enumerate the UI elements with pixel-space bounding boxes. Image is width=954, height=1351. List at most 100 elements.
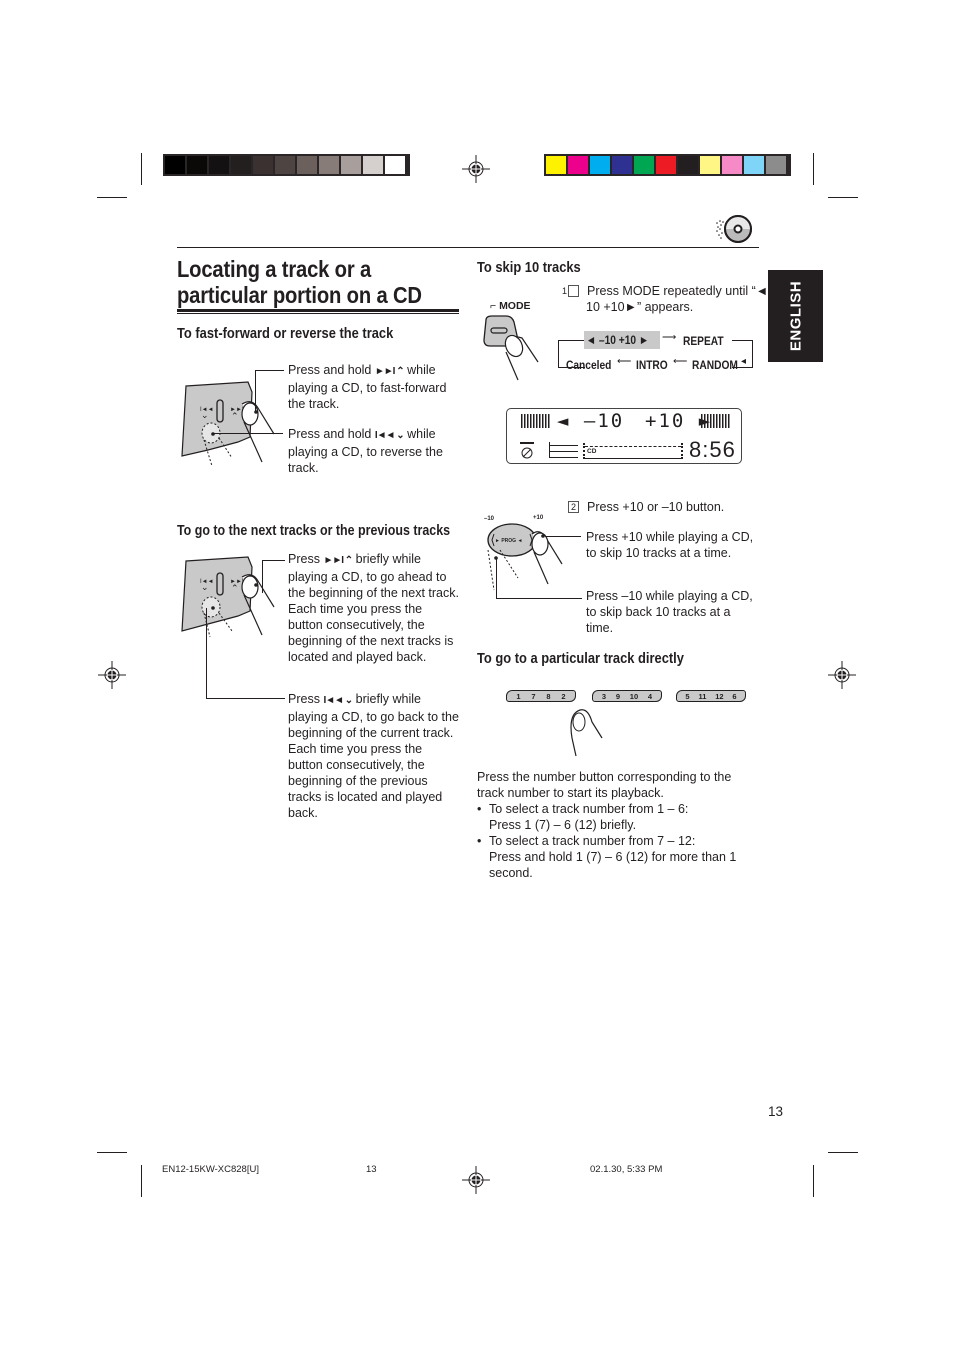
callout-pre: Press and hold [288,427,372,441]
section-heading-direct-track: To go to a particular track directly [477,650,684,667]
title-underline-thin [177,313,459,314]
next-track-callout: Press ►►I ⌃ briefly while playing a CD, … [288,551,460,665]
color-swatch [341,156,361,174]
color-swatch [568,156,588,174]
gray-calibration-bar [163,154,410,176]
button-number: 9 [615,692,621,701]
crop-mark [141,153,142,185]
registration-mark-icon [828,661,856,689]
button-number: 6 [732,692,737,701]
step-2-text: Press +10 or –10 button. [587,500,725,514]
svg-text:⌄: ⌄ [201,582,209,592]
color-swatch [253,156,273,174]
mode-pointer-icon: ⌐ [490,300,500,312]
language-tab: ENGLISH [768,270,823,362]
color-swatch [744,156,764,174]
leader-line [496,558,582,599]
svg-text:⌄: ⌄ [201,410,209,420]
flow-item-skip10: ◄ –10 +10 ► [586,333,650,347]
color-swatch [165,156,185,174]
leader-line [255,370,284,411]
button-number: 12 [715,692,724,701]
button-number: 1 [516,692,521,701]
direct-track-intro: Press the number button corresponding to… [477,770,732,800]
crop-mark [828,1152,858,1153]
color-swatch [612,156,632,174]
previous-track-icon: I◄◄ ⌄ [323,695,353,706]
language-tab-label: ENGLISH [787,280,804,352]
color-swatch [209,156,229,174]
flow-arrow-icon: ⟵ [673,356,688,367]
level-meter-left [521,414,551,428]
page-number: 13 [768,1104,784,1119]
button-number: 11 [698,692,707,701]
crop-mark [97,197,127,198]
color-swatch [634,156,654,174]
lcd-skip-minus: ◄ –10 [557,410,625,432]
flow-arrow-icon: ⟶ [662,332,677,343]
lcd-display: ◄ –10 +10 ► CD 8:56 [506,408,742,464]
reverse-callout: Press and hold I◄◄ ⌄ while playing a CD,… [288,426,460,476]
color-swatch [363,156,383,174]
next-track-icon: ►►I ⌃ [374,366,405,377]
callout-pre: Press [288,552,320,566]
crop-mark [813,153,814,185]
number-button-group: 5 11 12 6 [676,690,746,702]
crop-mark [813,1165,814,1197]
color-swatch [275,156,295,174]
flow-arrow-icon: ◂ [741,356,747,367]
button-number: 2 [561,692,566,701]
lcd-track-bar: CD [583,443,683,459]
button-number: 10 [629,692,639,701]
title-underline-thick [177,309,459,312]
button-number: 7 [531,692,536,701]
button-number: 4 [647,692,653,701]
previous-track-icon: I◄◄ ⌄ [374,430,405,441]
callout-pre: Press and hold [288,363,372,377]
callout-post: briefly while playing a CD, to go back t… [288,692,459,820]
step-2: 2 Press +10 or –10 button. [568,499,758,515]
color-swatch [656,156,676,174]
mode-label-text: MODE [499,300,531,312]
mode-button-illustration [483,315,539,381]
color-swatch [231,156,251,174]
svg-text:⌃: ⌃ [231,411,239,421]
color-swatch [700,156,720,174]
number-button-group: 3 9 10 4 [592,690,662,702]
flow-item-repeat: REPEAT [683,334,724,348]
leader-line [206,608,285,699]
footer-page: 13 [366,1164,377,1175]
step-1: 1 Press MODE repeatedly until “◄–10 +10►”… [562,283,776,315]
page-title: Locating a track or a particular portion… [177,256,422,308]
callout-post: briefly while playing a CD, to go ahead … [288,552,459,664]
lcd-bars [549,442,578,458]
bullet-item: • To select a track number from 1 – 6: P… [477,801,757,833]
leader-line [213,433,283,435]
bullet-line: Press 1 (7) – 6 (12) briefly. [489,818,637,832]
color-swatch [766,156,786,174]
plus-10-callout: Press +10 while playing a CD, to skip 10… [586,530,754,560]
lcd-cd-label: CD [587,448,597,455]
minus-10-callout: Press –10 while playing a CD, to skip ba… [586,589,753,635]
mode-label: ⌐ MODE [490,300,531,312]
disc-status-icon [520,442,534,459]
bullet-line: To select a track number from 1 – 6: [489,802,689,816]
leader-line [262,560,285,593]
bullet-list: • To select a track number from 1 – 6: P… [477,801,757,881]
leader-line [545,536,581,538]
registration-mark-icon [462,1166,490,1194]
flow-item-canceled: Canceled [566,358,612,372]
color-swatch [590,156,610,174]
previous-track-callout: Press I◄◄ ⌄ briefly while playing a CD, … [288,691,460,821]
color-swatch [319,156,339,174]
section-heading-next-prev: To go to the next tracks or the previous… [177,522,451,539]
footer-datetime: 02.1.30, 5:33 PM [590,1164,663,1175]
lcd-time: 8:56 [689,437,736,462]
color-swatch [722,156,742,174]
footer-code: EN12-15KW-XC828[U] [162,1164,259,1175]
color-calibration-bar [544,154,791,176]
callout-pre: Press [288,692,320,706]
button-number: 5 [685,692,690,701]
button-number: 3 [601,692,607,701]
color-swatch [385,156,405,174]
